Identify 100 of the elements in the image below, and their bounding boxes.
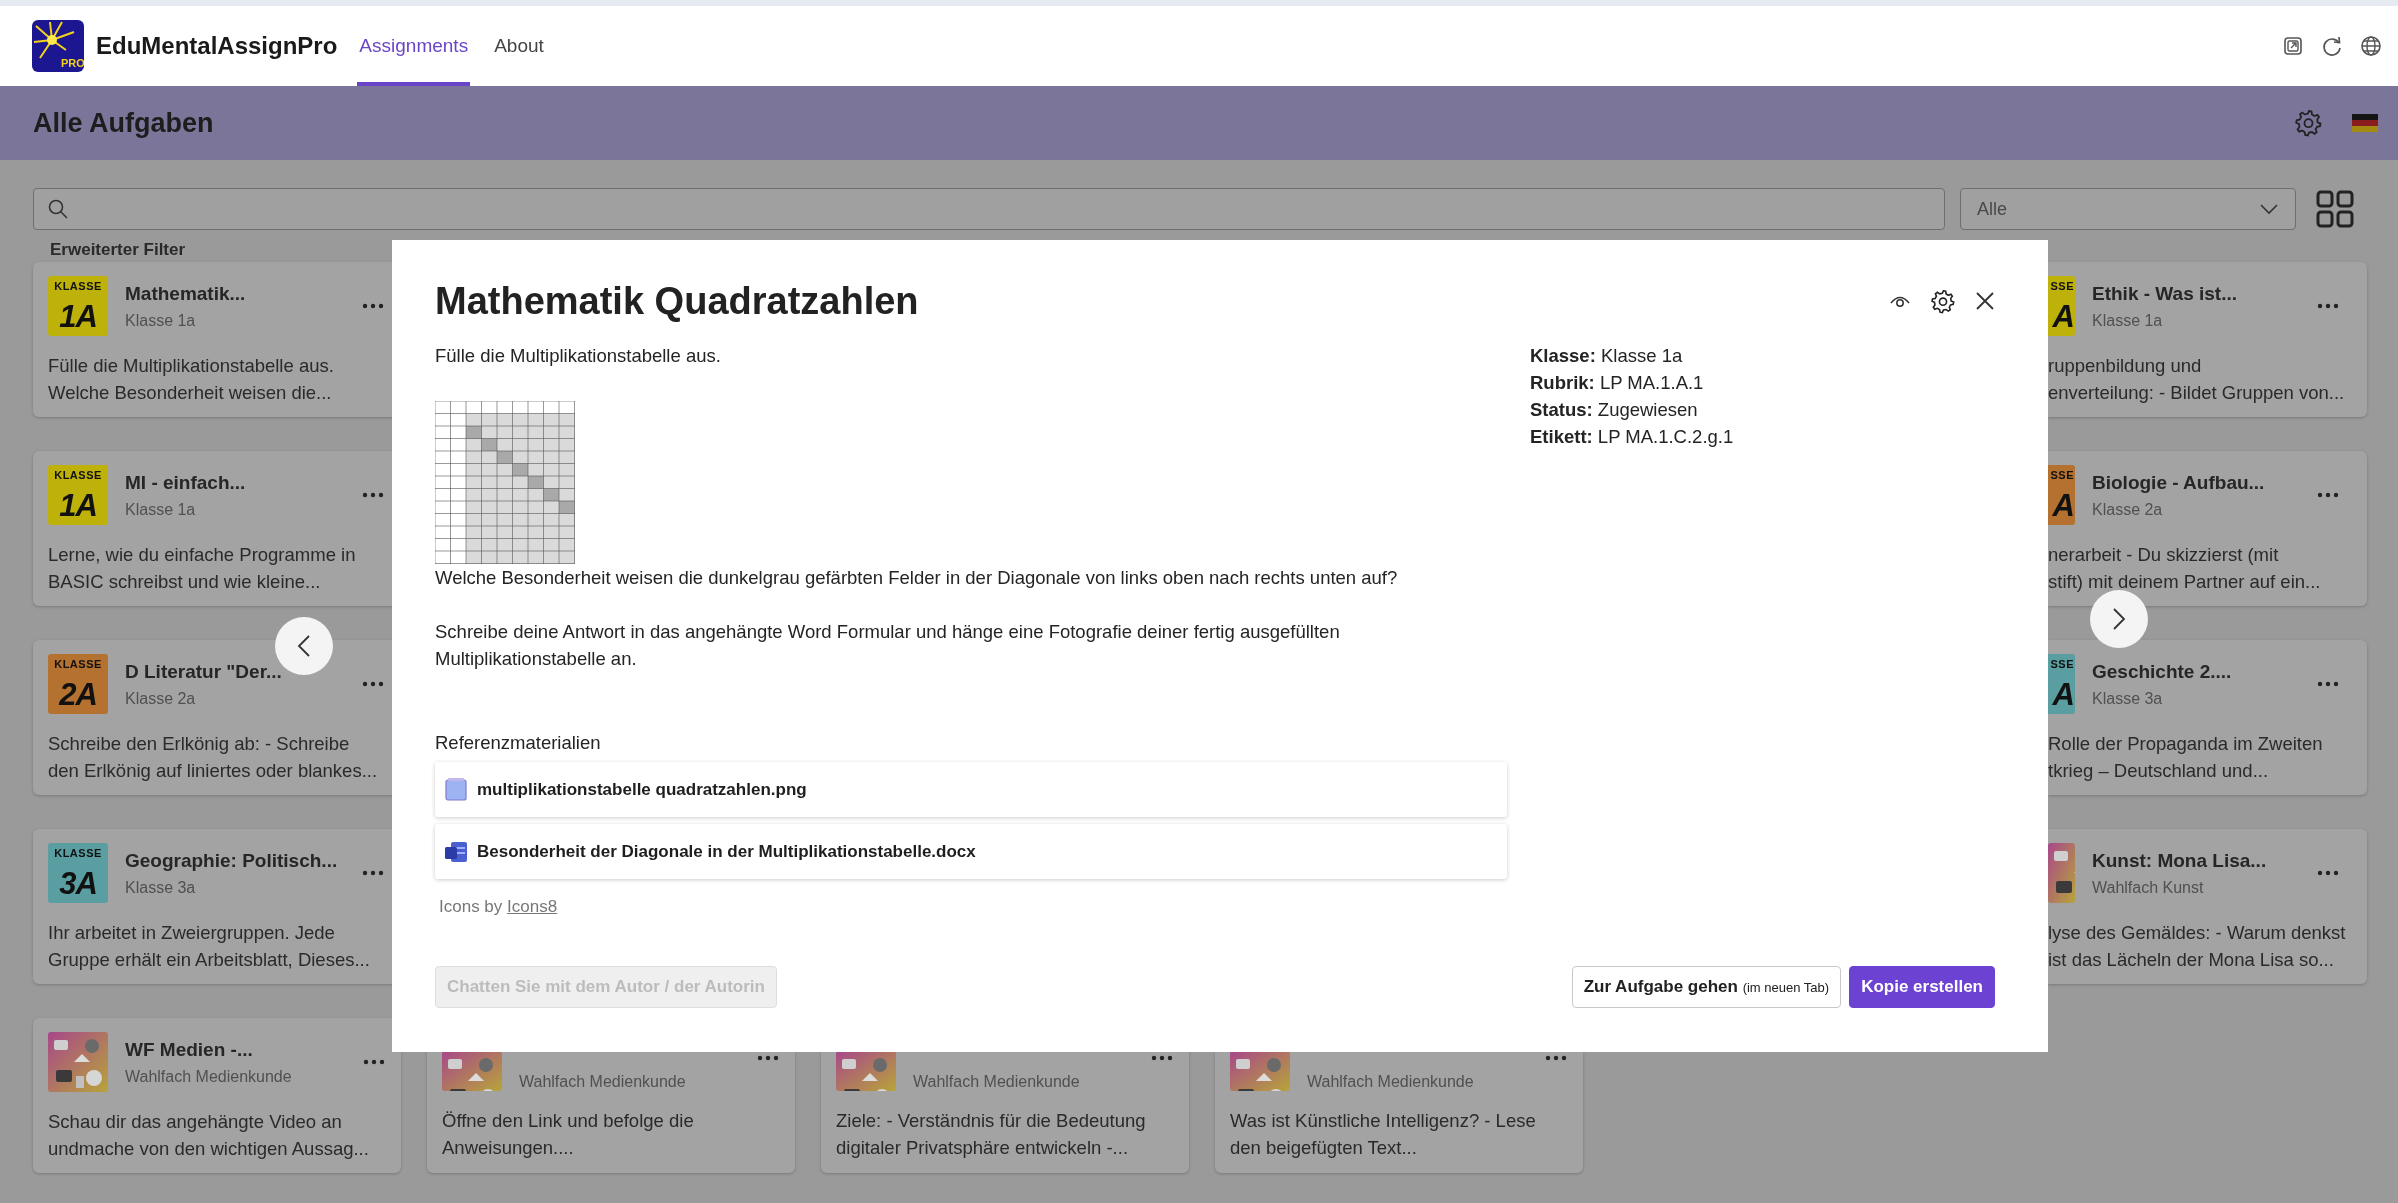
badge-grade: 1A xyxy=(59,300,97,334)
card-description: Rolle der Propaganda im Zweiten xyxy=(2048,732,2323,756)
card-title: Mathematik... xyxy=(125,282,247,305)
card-subtitle: Wahlfach Medienkunde xyxy=(1307,1073,1475,1091)
more-icon[interactable] xyxy=(362,492,384,498)
credit-link[interactable]: Icons8 xyxy=(507,897,558,916)
card-description: tkrieg – Deutschland und... xyxy=(2048,759,2269,783)
logo: PRO xyxy=(32,20,84,72)
card-subtitle: Klasse 1a xyxy=(125,500,197,519)
card-title: Kunst: Mona Lisa... xyxy=(2092,849,2268,872)
more-icon[interactable] xyxy=(362,303,384,309)
badge-label: KLASSE xyxy=(54,469,102,481)
close-icon[interactable] xyxy=(1975,291,1995,311)
chevron-icon xyxy=(2112,607,2126,631)
badge-grade: A xyxy=(2052,678,2074,712)
more-icon[interactable] xyxy=(362,870,384,876)
more-icon[interactable] xyxy=(2317,681,2339,687)
more-icon[interactable] xyxy=(1151,1055,1173,1061)
copy-button[interactable]: Kopie erstellen xyxy=(1849,966,1995,1008)
card-description: ist das Lächeln der Mona Lisa so... xyxy=(2048,948,2334,972)
badge-label: KLASSE xyxy=(54,658,102,670)
badge-label: KLASSE xyxy=(54,280,102,292)
card-title: Ethik - Was ist... xyxy=(2092,282,2238,305)
search-icon xyxy=(48,199,68,219)
dialog-text: Welche Besonderheit weisen die dunkelgrau gefärbten Felder in der Diagonale von links oben nach rechts unten auf? xyxy=(435,566,1399,590)
card-subtitle: Wahlfach Medienkunde xyxy=(125,1067,293,1086)
refresh-icon[interactable] xyxy=(2321,35,2343,57)
card-description: Was ist Künstliche Intelligenz? - Lese den beigefügten Text... xyxy=(1230,1109,1537,1160)
nav-tab[interactable]: About xyxy=(492,6,546,86)
more-icon[interactable] xyxy=(363,1059,385,1065)
dialog-title: Mathematik Quadratzahlen xyxy=(435,279,919,324)
page-title: Alle Aufgaben xyxy=(33,107,214,139)
attachment-item[interactable]: multiplikationstabelle quadratzahlen.png xyxy=(435,762,1507,817)
badge-label: KLASSE xyxy=(54,847,102,859)
detail-line: Rubrik: LP MA.1.A.1 xyxy=(1530,371,1705,395)
app-title: EduMentalAssignPro xyxy=(96,32,338,60)
card-subtitle: Wahlfach Kunst xyxy=(2092,878,2205,897)
card-subtitle: Wahlfach Medienkunde xyxy=(913,1073,1081,1091)
detail-line: Etikett: LP MA.1.C.2.g.1 xyxy=(1530,425,1734,449)
card-title: Geographie: Politisch... xyxy=(125,849,339,872)
dialog-text: Schreibe deine Antwort in das angehängte Word Formular und hänge eine Fotografie deiner fertig ausgefüllten Multiplikationstabelle an. xyxy=(435,620,1341,671)
card-title: Geschichte 2.... xyxy=(2092,660,2233,683)
assignment-card[interactable]: Wahlfach Medienkunde Ziele: - Verständnis für die Bedeutung digitaler Privatsphäre entwickeln -... xyxy=(821,1051,1189,1173)
card-subtitle: Klasse 2a xyxy=(2092,500,2164,519)
external-window-icon[interactable] xyxy=(2282,35,2304,57)
card-description: Lerne, wie du einfache Programme in BASIC schreibst und wie kleine... xyxy=(48,543,357,594)
advanced-filter-link[interactable]: Erweiterter Filter xyxy=(33,238,186,262)
card-description: nerarbeit - Du skizzierst (mit xyxy=(2048,543,2279,567)
assignment-card[interactable]: WF Medien -... Wahlfach Medienkunde Schau dir das angehängte Video an undmache von den wichtigen Aussag... xyxy=(33,1018,401,1173)
assignment-card[interactable]: Wahlfach Medienkunde Was ist Künstliche Intelligenz? - Lese den beigefügten Text... xyxy=(1215,1051,1583,1173)
badge-label: SSE xyxy=(2050,280,2074,292)
card-title: Biologie - Aufbau... xyxy=(2092,471,2266,494)
badge-grade: A xyxy=(2052,489,2074,523)
assignment-card[interactable]: SSE A Geschichte 2.... Klasse 3a Rolle der Propaganda im Zweiten tkrieg – Deutschland und... xyxy=(2048,640,2367,795)
badge-grade: A xyxy=(2052,300,2074,334)
detail-line: Status: Zugewiesen xyxy=(1530,398,1699,422)
badge-grade: 3A xyxy=(59,867,97,901)
card-title: MI - einfach... xyxy=(125,471,247,494)
card-description: Fülle die Multiplikationstabelle aus. Welche Besonderheit weisen die... xyxy=(48,354,335,405)
more-icon[interactable] xyxy=(2317,303,2339,309)
detail-line: Klasse: Klasse 1a xyxy=(1530,344,1684,368)
card-subtitle: Wahlfach Medienkunde xyxy=(519,1073,687,1091)
card-description: Ziele: - Verständnis für die Bedeutung digitaler Privatsphäre entwickeln -... xyxy=(836,1109,1147,1160)
card-title: D Literatur "Der... xyxy=(125,660,283,683)
card-description: lyse des Gemäldes: - Warum denkst xyxy=(2048,921,2346,945)
chevron-icon xyxy=(297,634,311,658)
open-task-button[interactable]: Zur Aufgabe gehen (im neuen Tab) xyxy=(1571,966,1842,1008)
card-description: Öffne den Link und befolge die Anweisungen.... xyxy=(442,1109,695,1160)
more-icon[interactable] xyxy=(362,681,384,687)
card-subtitle: Klasse 3a xyxy=(125,878,197,897)
badge-label: SSE xyxy=(2050,658,2074,670)
card-description: Schreibe den Erlkönig ab: - Schreibe den Erlkönig auf liniertes oder blankes... xyxy=(48,732,379,783)
credit-text: Icons by Icons8 xyxy=(439,896,559,918)
card-description: Schau dir das angehängte Video an undmache von den wichtigen Aussag... xyxy=(48,1110,370,1161)
card-subtitle: Klasse 3a xyxy=(2092,689,2164,708)
filter-dropdown[interactable]: Alle xyxy=(1960,188,2296,230)
settings-icon[interactable] xyxy=(1931,288,1955,314)
grid-view-icon[interactable] xyxy=(2315,189,2355,229)
card-subtitle: Klasse 1a xyxy=(125,311,197,330)
card-title: WF Medien -... xyxy=(125,1038,254,1061)
attachment-item[interactable]: Besonderheit der Diagonale in der Multiplikationstabelle.docx xyxy=(435,824,1507,879)
flag-icon[interactable] xyxy=(2352,114,2378,132)
card-description: ruppenbildung und xyxy=(2048,354,2202,378)
more-icon[interactable] xyxy=(2317,870,2339,876)
card-description: enverteilung: - Bildet Gruppen von... xyxy=(2048,381,2345,405)
assignment-card[interactable]: Kunst: Mona Lisa... Wahlfach Kunst lyse des Gemäldes: - Warum denkst ist das Lächeln der Mona Lisa so... xyxy=(2048,829,2367,984)
globe-icon[interactable] xyxy=(2360,35,2382,57)
assignment-card[interactable]: SSE A Biologie - Aufbau... Klasse 2a nerarbeit - Du skizzierst (mit stift) mit deinem Partner auf ein... xyxy=(2048,451,2367,606)
more-icon[interactable] xyxy=(2317,492,2339,498)
assignment-card[interactable]: SSE A Ethik - Was ist... Klasse 1a ruppenbildung und enverteilung: - Bildet Gruppen von... xyxy=(2048,262,2367,417)
card-description: stift) mit deinem Partner auf ein... xyxy=(2048,570,2321,594)
card-subtitle: Klasse 1a xyxy=(2092,311,2164,330)
image-file-icon xyxy=(443,776,469,803)
more-icon[interactable] xyxy=(757,1055,779,1061)
card-description: Ihr arbeitet in Zweiergruppen. Jede Gruppe erhält ein Arbeitsblatt, Dieses... xyxy=(48,921,371,972)
badge-grade: 1A xyxy=(59,489,97,523)
card-subtitle: Klasse 2a xyxy=(125,689,197,708)
assignment-card[interactable]: Wahlfach Medienkunde Öffne den Link und befolge die Anweisungen.... xyxy=(427,1051,795,1173)
more-icon[interactable] xyxy=(1545,1055,1567,1061)
search-field[interactable] xyxy=(33,188,1945,230)
